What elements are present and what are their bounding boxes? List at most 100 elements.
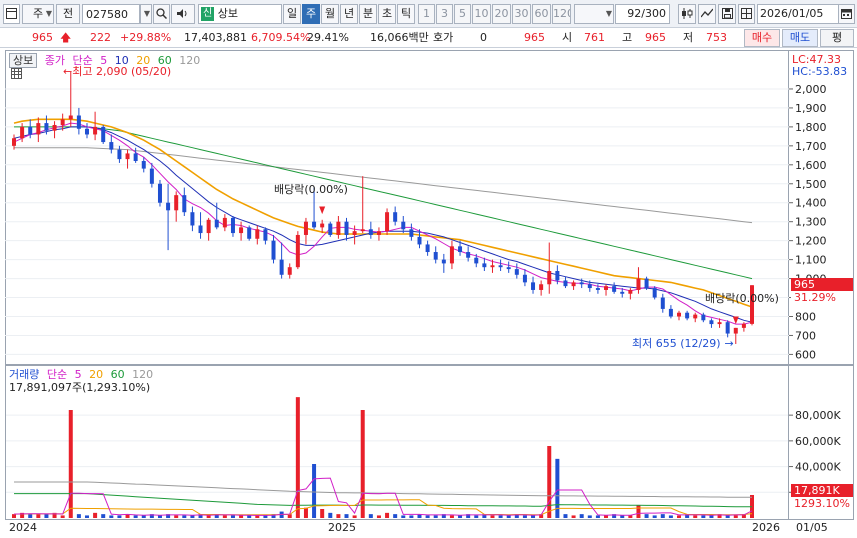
- period-button-0[interactable]: 일: [283, 4, 301, 24]
- high-annotation-text: 최고 2,090 (05/20): [72, 65, 172, 78]
- price-tag: 965: [791, 278, 853, 291]
- volume-legend-ma20: 20: [89, 368, 104, 381]
- save-button[interactable]: [718, 4, 736, 24]
- sell-button[interactable]: 매도: [782, 29, 818, 47]
- x-label-2026: 2026: [752, 521, 780, 534]
- interval-button-10[interactable]: 10: [472, 4, 491, 24]
- up-arrow-icon: 🡅: [60, 31, 72, 44]
- trade-amount: 16,066백만: [370, 31, 429, 44]
- low-price: 753: [706, 31, 727, 44]
- interval-button-60[interactable]: 60: [532, 4, 551, 24]
- stock-name-field[interactable]: 신 상보: [198, 4, 282, 24]
- stock-code-dropdown[interactable]: ▼: [140, 4, 152, 24]
- period-button-6[interactable]: 틱: [397, 4, 415, 24]
- quote-bar: 965 🡅 222 +29.88% 17,403,881 6,709.54% 2…: [0, 28, 857, 48]
- save-icon: [721, 8, 733, 19]
- count-value: 92: [627, 7, 642, 20]
- low-annotation: 최저 655 (12/29) →: [632, 337, 734, 350]
- count-field[interactable]: 92/300: [615, 4, 670, 24]
- x-label-date: 01/05: [796, 521, 828, 534]
- open-label: 시: [562, 31, 573, 44]
- period-button-3[interactable]: 년: [340, 4, 358, 24]
- x-label-2025: 2025: [328, 521, 356, 534]
- dividend-label-2: 배당락(0.00%): [705, 292, 779, 305]
- window-menu-button[interactable]: [3, 4, 20, 24]
- price-pct-tag: 31.29%: [791, 291, 853, 304]
- price-change-pct: +29.88%: [120, 31, 172, 44]
- turnover-rate: 29.41%: [307, 31, 349, 44]
- chevron-down-icon: ▼: [605, 9, 612, 18]
- volume-legend-ma60: 60: [110, 368, 125, 381]
- market-tag: 신: [201, 7, 215, 21]
- high-annotation: ←최고 2,090 (05/20): [63, 65, 175, 78]
- candle-indicator-icon: [682, 8, 693, 19]
- period-button-1[interactable]: 주: [302, 4, 320, 24]
- interval-button-3[interactable]: 3: [436, 4, 453, 24]
- stock-title-box: 상보: [9, 53, 38, 68]
- chevron-down-icon: ▼: [45, 9, 52, 18]
- window-icon: [6, 8, 17, 19]
- chart-toolbar: 주▼ 전 ▼ 신 상보 일주월년분초틱 13510203060120 ▼ 92/…: [0, 0, 857, 28]
- low-label: 저: [683, 31, 694, 44]
- trend-line-icon: [700, 8, 714, 18]
- indicator-button[interactable]: [678, 4, 696, 24]
- settings-button[interactable]: [738, 4, 755, 24]
- period-type-value: 주: [32, 7, 44, 20]
- evaluate-button[interactable]: 평: [820, 29, 854, 47]
- hoga-label: 호가: [433, 31, 454, 44]
- left-arrow-icon: ←: [63, 65, 73, 78]
- legend-close: 종가: [44, 54, 65, 67]
- date-field[interactable]: 2026/01/05: [757, 4, 839, 24]
- prev-button[interactable]: 전: [56, 4, 80, 24]
- period-button-5[interactable]: 초: [378, 4, 396, 24]
- high-price: 965: [645, 31, 666, 44]
- volume-tag: 17,891K: [791, 484, 853, 497]
- open-price: 761: [584, 31, 605, 44]
- volume-pct-tag: 1293.10%: [791, 497, 853, 510]
- period-button-2[interactable]: 월: [321, 4, 339, 24]
- interval-dropdown[interactable]: ▼: [574, 4, 614, 24]
- volume-title: 거래량: [9, 368, 40, 381]
- right-arrow-icon: →: [724, 337, 734, 350]
- legend-ma120: 120: [179, 54, 201, 67]
- dividend-label-1: 배당락(0.00%): [274, 183, 348, 196]
- price-axis-panel: [789, 50, 854, 365]
- volume-legend-simple: 단순: [46, 368, 68, 381]
- hoga-price: 965: [524, 31, 545, 44]
- draw-tool-button[interactable]: [698, 4, 716, 24]
- x-label-2024: 2024: [9, 521, 37, 534]
- interval-button-30[interactable]: 30: [512, 4, 531, 24]
- current-price: 965: [32, 31, 53, 44]
- stock-code-input[interactable]: [82, 4, 140, 24]
- high-label: 고: [622, 31, 633, 44]
- interval-button-5[interactable]: 5: [454, 4, 471, 24]
- trade-volume: 17,403,881: [184, 31, 247, 44]
- chevron-down-icon: ▼: [143, 9, 150, 18]
- hc-label: HC:-53.83: [792, 65, 848, 78]
- interval-button-120[interactable]: 120: [552, 4, 571, 24]
- buy-button[interactable]: 매수: [744, 29, 780, 47]
- x-axis: [5, 520, 854, 538]
- calendar-icon: [841, 9, 852, 19]
- speaker-icon: [177, 9, 187, 18]
- period-button-4[interactable]: 분: [359, 4, 377, 24]
- calendar-button[interactable]: [838, 4, 855, 24]
- low-annotation-text: 최저 655 (12/29): [632, 337, 721, 350]
- grid-settings-icon: [741, 8, 752, 19]
- price-panel: [5, 50, 789, 365]
- volume-legend-ma5: 5: [74, 368, 82, 381]
- settings-grid-icon[interactable]: [11, 68, 22, 82]
- speaker-button[interactable]: [171, 4, 195, 24]
- volume-subtitle: 17,891,097주(1,293.10%): [9, 381, 151, 394]
- count-max: /300: [641, 7, 666, 20]
- volume-legend: 거래량 단순 5 20 60 120: [9, 368, 157, 381]
- hoga-value: 0: [480, 31, 487, 44]
- period-type-select[interactable]: 주 ▼: [22, 4, 54, 24]
- price-change: 222: [90, 31, 111, 44]
- search-icon: [156, 8, 168, 20]
- volume-legend-ma120: 120: [132, 368, 154, 381]
- interval-button-20[interactable]: 20: [492, 4, 511, 24]
- search-button[interactable]: [153, 4, 170, 24]
- interval-button-1[interactable]: 1: [418, 4, 435, 24]
- stock-name: 상보: [217, 7, 238, 20]
